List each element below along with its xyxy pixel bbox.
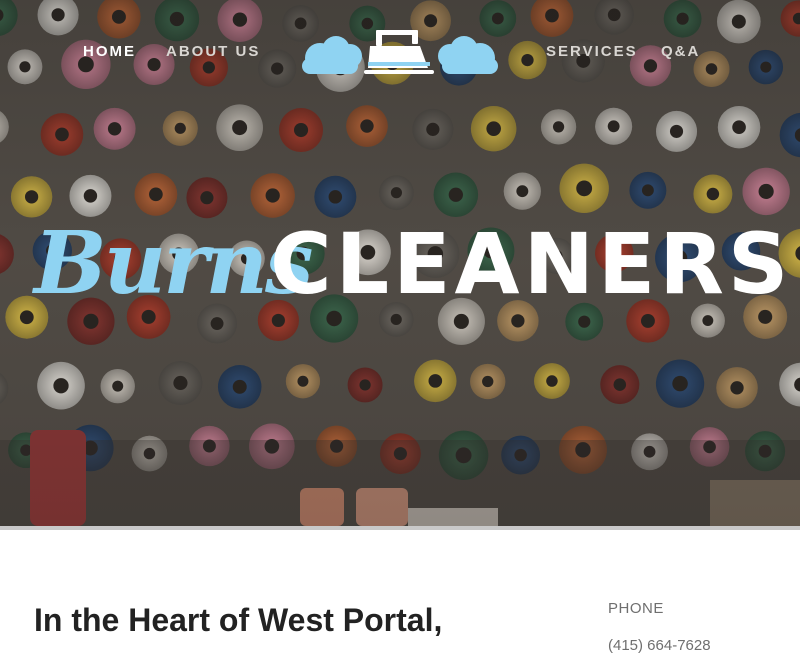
hero-banner: HOME ABOUT US SERVICES Q&A Burns CLEANER… — [0, 0, 800, 526]
brand-wordmark: Burns CLEANERS — [34, 213, 788, 314]
nav-home-link[interactable]: HOME — [83, 43, 136, 60]
nav-about-link[interactable]: ABOUT US — [166, 43, 260, 60]
iron-with-clouds-icon — [302, 30, 498, 74]
logo-link[interactable] — [298, 26, 502, 78]
phone-number-link[interactable]: (415) 664-7628 — [608, 637, 711, 654]
brand-script-word: Burns — [34, 213, 313, 314]
page-heading: In the Heart of West Portal, — [34, 602, 443, 638]
phone-label: PHONE — [608, 600, 664, 617]
hero-divider — [0, 526, 800, 530]
nav-services-link[interactable]: SERVICES — [546, 43, 638, 60]
brand-block-word: CLEANERS — [270, 215, 793, 313]
nav-qa-link[interactable]: Q&A — [661, 43, 700, 60]
